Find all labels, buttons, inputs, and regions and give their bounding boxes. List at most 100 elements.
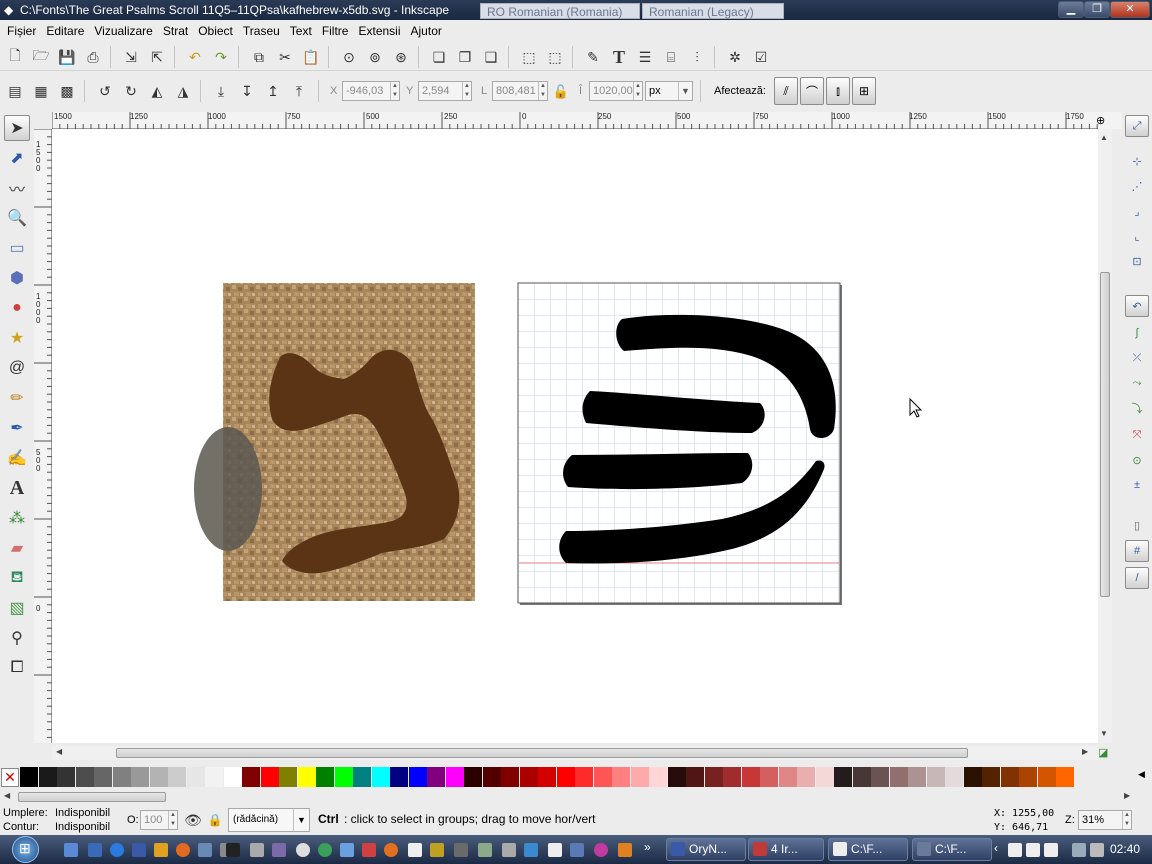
color-swatch[interactable] bbox=[38, 767, 57, 787]
import-icon[interactable]: ⇲ bbox=[120, 46, 142, 68]
rectangle-tool-icon[interactable]: ▭ bbox=[4, 235, 30, 261]
text-tool-icon[interactable]: A bbox=[4, 475, 30, 501]
drawing-canvas[interactable] bbox=[52, 129, 1098, 743]
raise-icon[interactable]: ↥ bbox=[262, 80, 284, 102]
color-swatch[interactable] bbox=[20, 767, 38, 787]
color-swatch[interactable] bbox=[445, 767, 464, 787]
node-tool-icon[interactable]: ⬈ bbox=[4, 145, 30, 171]
menu-extensions[interactable]: Extensii bbox=[353, 20, 405, 42]
zoom-drawing-icon[interactable]: ⊚ bbox=[364, 46, 386, 68]
color-swatch[interactable] bbox=[575, 767, 593, 787]
snap-bbox-midpoint-icon[interactable]: ⌞ bbox=[1125, 225, 1149, 247]
zoom-page-icon[interactable]: ⊛ bbox=[390, 46, 412, 68]
stroke-value[interactable]: Indisponibil bbox=[55, 821, 110, 834]
snap-enable-icon[interactable]: ⤢ bbox=[1125, 115, 1149, 137]
paste-icon[interactable]: 📋 bbox=[300, 46, 322, 68]
app-icon[interactable] bbox=[478, 843, 492, 857]
menu-text[interactable]: Text bbox=[285, 20, 317, 42]
menu-path[interactable]: Traseu bbox=[238, 20, 285, 42]
color-swatch[interactable] bbox=[556, 767, 575, 787]
spin-arrows[interactable]: ▲ ▼ bbox=[633, 82, 642, 100]
window-switch-icon[interactable] bbox=[88, 843, 102, 857]
lock-proportions-icon[interactable]: 🔓 bbox=[550, 81, 572, 103]
snap-guides-icon[interactable]: / bbox=[1125, 567, 1149, 589]
color-swatch[interactable] bbox=[723, 767, 741, 787]
palette-menu-icon[interactable]: ◀ bbox=[1138, 769, 1145, 780]
new-document-icon[interactable]: 🗋 bbox=[4, 46, 26, 68]
snap-intersections-icon[interactable]: ⤫ bbox=[1125, 347, 1149, 369]
current-layer-dropdown[interactable]: (rădăcină) ▼ bbox=[228, 808, 310, 832]
spin-arrows[interactable]: ▲ ▼ bbox=[1122, 811, 1131, 829]
layer-lock-icon[interactable]: 🔒 bbox=[204, 809, 226, 831]
scroll-right-icon[interactable]: ▶ bbox=[1124, 791, 1130, 800]
app-icon[interactable] bbox=[384, 843, 398, 857]
snap-cusp-nodes-icon[interactable]: ⤳ bbox=[1125, 372, 1149, 394]
inkscape-quicklaunch-icon[interactable] bbox=[408, 843, 422, 857]
deselect-icon[interactable]: ▩ bbox=[56, 80, 78, 102]
taskbar-item[interactable]: 4 Ir... bbox=[748, 838, 824, 861]
color-swatch[interactable] bbox=[205, 767, 223, 787]
scroll-up-icon[interactable]: ▲ bbox=[1100, 133, 1108, 142]
dropper-tool-icon[interactable]: ⚲ bbox=[4, 625, 30, 651]
paint-bucket-tool-icon[interactable]: ⛾ bbox=[4, 565, 30, 591]
more-quicklaunch-icon[interactable]: » bbox=[644, 840, 651, 854]
color-swatch[interactable] bbox=[371, 767, 390, 787]
scroll-left-icon[interactable]: ◀ bbox=[56, 747, 62, 756]
clone-icon[interactable]: ❐ bbox=[454, 46, 476, 68]
color-swatch[interactable] bbox=[464, 767, 482, 787]
zoom-1-1-icon[interactable]: ⊕ bbox=[1096, 114, 1105, 127]
color-swatch[interactable] bbox=[501, 767, 519, 787]
lower-bottom-icon[interactable]: ⤓ bbox=[210, 80, 232, 102]
explorer-icon[interactable] bbox=[198, 843, 212, 857]
color-swatch[interactable] bbox=[408, 767, 427, 787]
spray-tool-icon[interactable]: ⁂ bbox=[4, 505, 30, 531]
horizontal-scroll-thumb[interactable] bbox=[116, 748, 968, 758]
clock[interactable]: 02:40 bbox=[1110, 842, 1140, 856]
open-file-icon[interactable]: 🗁 bbox=[30, 46, 52, 68]
tray-icon[interactable] bbox=[1008, 843, 1022, 857]
duplicate-icon[interactable]: ❏ bbox=[428, 46, 450, 68]
color-swatch[interactable] bbox=[75, 767, 94, 787]
color-swatch[interactable] bbox=[223, 767, 242, 787]
php-icon[interactable] bbox=[272, 843, 286, 857]
app-icon[interactable] bbox=[548, 843, 562, 857]
menu-edit[interactable]: Editare bbox=[41, 20, 89, 42]
color-swatch[interactable] bbox=[316, 767, 334, 787]
scale-stroke-icon[interactable]: ⫽ bbox=[774, 77, 798, 105]
zoom-selection-icon[interactable]: ⊙ bbox=[338, 46, 360, 68]
3d-box-tool-icon[interactable]: ⬢ bbox=[4, 265, 30, 291]
gradient-tool-icon[interactable]: ▧ bbox=[4, 595, 30, 621]
flip-horizontal-icon[interactable]: ◭ bbox=[146, 80, 168, 102]
document-properties-icon[interactable]: ☑ bbox=[750, 46, 772, 68]
app-icon[interactable] bbox=[362, 843, 376, 857]
export-icon[interactable]: ⇱ bbox=[146, 46, 168, 68]
no-paint-swatch[interactable]: ✕ bbox=[1, 768, 19, 787]
show-desktop-icon[interactable] bbox=[64, 843, 78, 857]
menu-view[interactable]: Vizualizare bbox=[89, 20, 157, 42]
color-swatch[interactable] bbox=[260, 767, 279, 787]
vertical-scrollbar[interactable]: ▲ ▼ bbox=[1098, 129, 1112, 743]
color-swatch[interactable] bbox=[926, 767, 945, 787]
color-swatch[interactable] bbox=[1056, 767, 1074, 787]
cut-icon[interactable]: ✂ bbox=[274, 46, 296, 68]
connector-tool-icon[interactable]: ⧠ bbox=[4, 655, 30, 681]
color-swatch[interactable] bbox=[334, 767, 353, 787]
color-swatch[interactable] bbox=[686, 767, 704, 787]
menu-filters[interactable]: Filtre bbox=[317, 20, 354, 42]
color-swatch[interactable] bbox=[982, 767, 1000, 787]
ime-keyboard-indicator[interactable]: Romanian (Legacy) bbox=[642, 3, 784, 19]
minimize-button[interactable]: ▁ bbox=[1058, 1, 1084, 18]
width-field[interactable]: 808,481 ▲ ▼ bbox=[492, 81, 548, 101]
snap-bbox-icon[interactable]: ⊹ bbox=[1125, 150, 1149, 172]
height-field[interactable]: 1020,00 ▲ ▼ bbox=[589, 81, 643, 101]
select-all-icon[interactable]: ▤ bbox=[4, 80, 26, 102]
chevron-down-icon[interactable]: ▼ bbox=[678, 82, 692, 100]
flip-vertical-icon[interactable]: ◮ bbox=[172, 80, 194, 102]
color-swatch[interactable] bbox=[908, 767, 926, 787]
snap-paths-icon[interactable]: ∫ bbox=[1125, 322, 1149, 344]
y-position-field[interactable]: 2,594 ▲ ▼ bbox=[418, 81, 472, 101]
color-swatch[interactable] bbox=[649, 767, 667, 787]
selector-tool-icon[interactable]: ➤ bbox=[4, 115, 30, 141]
horizontal-ruler[interactable]: 1500 1250 1000 750 500 250 0 250 500 750… bbox=[52, 112, 1098, 129]
taskbar-item[interactable]: OryN... bbox=[666, 838, 746, 861]
